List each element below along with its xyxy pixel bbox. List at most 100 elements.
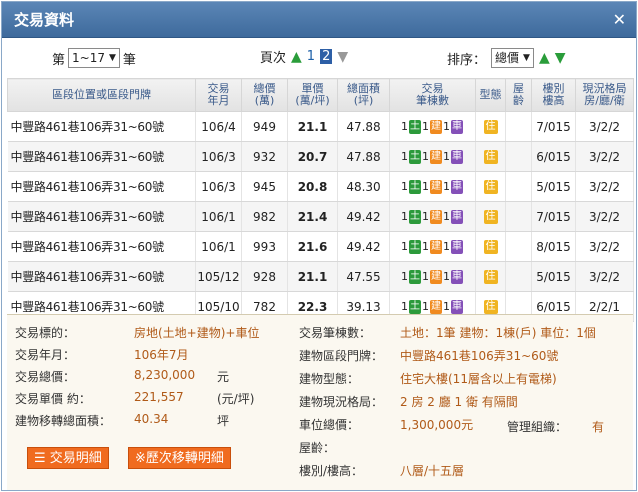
- tx-count-parking: 1: [443, 270, 450, 284]
- cell-date: 106/3: [195, 171, 242, 202]
- detail-right-value: 住宅大樓(11層含以上有電梯): [400, 372, 557, 386]
- detail-left-unit: 坪: [217, 414, 230, 428]
- cell-unit-price: 21.1: [287, 261, 338, 292]
- header-date: 交易 年月: [195, 78, 242, 112]
- detail-right-label: 車位總價：: [299, 418, 360, 432]
- detail-right-label: 交易筆棟數：: [299, 326, 372, 340]
- cell-unit-price: 21.1: [287, 111, 338, 142]
- cell-date: 106/4: [195, 111, 242, 142]
- cell-tx-count: 1土1建1車: [389, 111, 476, 142]
- header-line: 齡: [513, 94, 524, 107]
- cell-floor: 7/015: [531, 111, 576, 142]
- cell-age: [505, 141, 532, 172]
- cell-layout: 3/2/2: [575, 111, 634, 142]
- tx-count-building: 1: [422, 180, 429, 194]
- detail-left-label: 交易單價 約：: [15, 392, 91, 406]
- header-line: (坪): [353, 94, 374, 107]
- table-row[interactable]: 中豐路461巷106弄31~60號 106/1 982 21.4 49.42 1 土 1 建 1 車…: [7, 201, 634, 232]
- transfer-history-button[interactable]: ※歷次移轉明細: [128, 447, 231, 469]
- management-value: 有: [592, 420, 605, 434]
- header-type: 型態: [475, 78, 506, 112]
- cell-area: 47.88: [337, 141, 390, 172]
- header-unit-price: 單價 (萬/坪): [287, 78, 338, 112]
- building-badge-icon: 建: [430, 239, 442, 254]
- cell-address: 中豐路461巷106弄31~60號: [7, 261, 196, 292]
- cell-address: 中豐路461巷106弄31~60號: [7, 171, 196, 202]
- detail-right-value: 中豐路461巷106弄31~60號: [400, 349, 559, 363]
- pager-label: 頁次: [260, 51, 287, 66]
- cell-age: [505, 171, 532, 202]
- detail-left-value: 房地(土地+建物)+車位: [134, 326, 260, 340]
- building-badge-icon: 建: [430, 179, 442, 194]
- prev-page-arrow-icon[interactable]: ▲: [291, 49, 302, 65]
- residential-badge-icon: 住: [483, 269, 498, 284]
- building-badge-icon: 建: [430, 149, 442, 164]
- cell-age: [505, 231, 532, 262]
- cell-total-price: 932: [241, 141, 288, 172]
- cell-area: 47.55: [337, 261, 390, 292]
- detail-right-label: 建物現況格局：: [299, 395, 384, 409]
- residential-badge-icon: 住: [483, 239, 498, 254]
- cell-date: 106/3: [195, 141, 242, 172]
- sort-desc-icon[interactable]: ▼: [555, 50, 566, 66]
- cell-tx-count: 1土1建1車: [389, 141, 476, 172]
- tx-count-land: 1: [401, 240, 408, 254]
- detail-left-label: 交易標的：: [15, 326, 76, 340]
- title-bar: 交易資料 ✕: [2, 2, 636, 38]
- cell-total-price: 949: [241, 111, 288, 142]
- land-badge-icon: 土: [409, 269, 421, 284]
- cell-tx-count: 1土1建1車: [389, 261, 476, 292]
- parking-badge-icon: 車: [451, 149, 463, 164]
- transaction-detail-label: 交易明細: [49, 451, 102, 466]
- cell-address: 中豐路461巷106弄31~60號: [7, 201, 196, 232]
- sort-select[interactable]: 總價 ▼: [491, 48, 534, 68]
- detail-left-unit: 元: [217, 370, 230, 384]
- table-row[interactable]: 中豐路461巷106弄31~60號 106/3 932 20.7 47.88 1 土 1 建 1 車…: [7, 141, 634, 172]
- header-total-price: 總價 (萬): [241, 78, 288, 112]
- table-row[interactable]: 中豐路461巷106弄31~60號 106/1 993 21.6 49.42 1 土 1 建 1 車…: [7, 231, 634, 262]
- record-range-select[interactable]: 1~17 ▼: [68, 48, 120, 68]
- table-row[interactable]: 中豐路461巷106弄31~60號 105/12 928 21.1 47.55 1 土 1 建 1…: [7, 261, 634, 292]
- cell-tx-count: 1土1建1車: [389, 231, 476, 262]
- table-row[interactable]: 中豐路461巷106弄31~60號 106/3 945 20.8 48.30 1 土 1 建 1 車…: [7, 171, 634, 202]
- cell-total-price: 982: [241, 201, 288, 232]
- detail-left-value: 106年7月: [134, 348, 189, 362]
- header-line: 型態: [479, 88, 502, 101]
- residential-badge-icon: 住: [483, 149, 498, 164]
- tx-count-land: 1: [401, 270, 408, 284]
- detail-right-label: 屋齡：: [299, 441, 336, 455]
- pager: 頁次 ▲ 1 2 ▼: [260, 47, 349, 67]
- cell-tx-count: 1土1建1車: [389, 201, 476, 232]
- tx-count-parking: 1: [443, 210, 450, 224]
- page-link-2[interactable]: 2: [320, 49, 333, 64]
- building-badge-icon: 建: [430, 209, 442, 224]
- sort-label: 排序：: [447, 52, 487, 68]
- tx-count-building: 1: [422, 210, 429, 224]
- next-page-arrow-icon: ▼: [337, 48, 349, 65]
- cell-floor: 5/015: [531, 261, 576, 292]
- page-link-1[interactable]: 1: [307, 49, 315, 64]
- header-layout: 現況格局 房/廳/衛: [575, 78, 634, 112]
- cell-type: 住: [475, 141, 506, 172]
- table-header-row: 區段位置或區段門牌 交易 年月 總價 (萬) 單價 (萬/坪) 總面積 (坪) 交易 筆棟數 型態屋齡…: [7, 78, 634, 112]
- detail-panel: 交易標的： 房地(土地+建物)+車位 交易年月： 106年7月 交易總價： 8,230,0…: [7, 314, 633, 490]
- cell-type: 住: [475, 261, 506, 292]
- cell-type: 住: [475, 171, 506, 202]
- header-address: 區段位置或區段門牌: [7, 78, 196, 112]
- tx-count-parking: 1: [443, 120, 450, 134]
- header-floor: 樓別 樓高: [531, 78, 576, 112]
- close-icon[interactable]: ✕: [613, 10, 626, 29]
- cell-layout: 3/2/2: [575, 201, 634, 232]
- window-title: 交易資料: [14, 11, 75, 29]
- transaction-table: 區段位置或區段門牌 交易 年月 總價 (萬) 單價 (萬/坪) 總面積 (坪) 交易 筆棟數 型態屋齡…: [7, 78, 634, 322]
- cell-total-price: 945: [241, 171, 288, 202]
- land-badge-icon: 土: [409, 299, 421, 314]
- transaction-detail-button[interactable]: ☰ 交易明細: [27, 447, 109, 469]
- cell-floor: 7/015: [531, 201, 576, 232]
- table-row[interactable]: 中豐路461巷106弄31~60號 106/4 949 21.1 47.88 1 土 1 建 1 車…: [7, 111, 634, 142]
- sort-asc-icon[interactable]: ▲: [539, 50, 550, 66]
- residential-badge-icon: 住: [483, 119, 498, 134]
- tx-count-land: 1: [401, 300, 408, 314]
- management-label: 管理組織：: [507, 420, 568, 434]
- cell-date: 105/12: [195, 261, 242, 292]
